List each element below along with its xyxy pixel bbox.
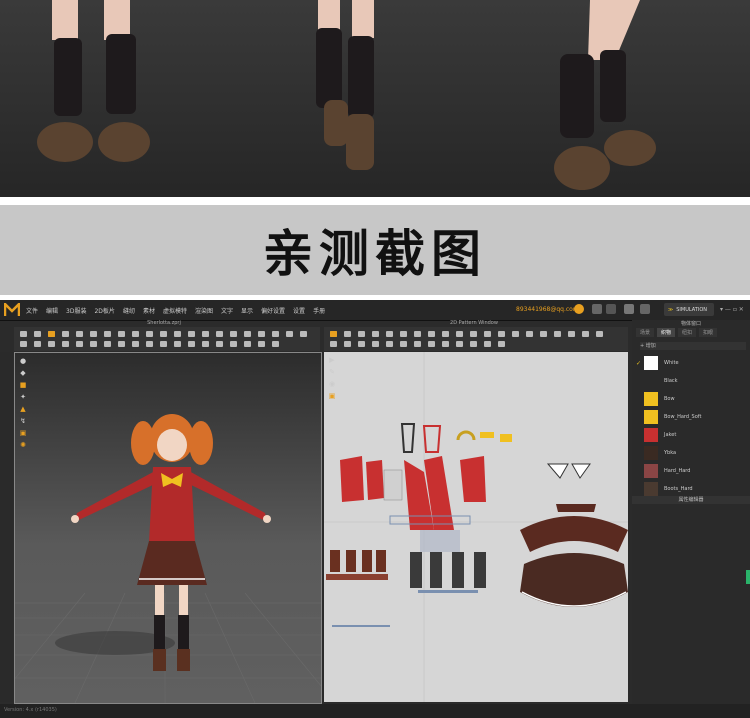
- menu-manual[interactable]: 手册: [313, 306, 325, 315]
- texture-display-icon[interactable]: ■: [19, 381, 27, 389]
- menu-edit[interactable]: 编辑: [46, 306, 58, 315]
- simulation-label: SIMULATION: [676, 306, 707, 313]
- viewport3d-tools: ● ◆ ■ ✦ ▲ ↯ ▣ ✺: [19, 357, 29, 453]
- leg-pair-front: [37, 0, 150, 162]
- menu-2d-pattern[interactable]: 2D板片: [94, 306, 114, 315]
- fabric-item-ybka[interactable]: Ybka: [636, 444, 746, 462]
- avatar-scene: [15, 414, 321, 703]
- simulation-button[interactable]: ≫ SIMULATION: [664, 303, 714, 316]
- tab-fabric[interactable]: 织物: [657, 328, 676, 337]
- pattern-select-icon[interactable]: ▶: [328, 356, 336, 364]
- checked-icon: ✓: [636, 359, 642, 367]
- menu-text[interactable]: 文字: [221, 306, 233, 315]
- object-browser-panel: 物体窗口 场景 织物 纽扣 扣眼 + 增加 ✓ White Black Bow …: [632, 320, 750, 718]
- window-icon[interactable]: [592, 304, 602, 314]
- fabric-label: White: [664, 360, 679, 366]
- pattern-fit-icon[interactable]: ▣: [328, 392, 336, 400]
- fabric-label: Boots_Hard: [664, 486, 693, 492]
- fabric-item-white[interactable]: ✓ White: [636, 354, 746, 372]
- fitting-icon[interactable]: ▲: [19, 405, 27, 413]
- toolbar-3d: [14, 327, 320, 351]
- fabric-swatch: [644, 392, 658, 406]
- object-browser-tabs: 场景 织物 纽扣 扣眼: [636, 328, 718, 337]
- toolbar-2d-icons: [330, 331, 603, 347]
- viewport3d-title: Sherlotta.zprj: [147, 320, 181, 326]
- banner: 亲测截图: [0, 205, 750, 295]
- leg-pair-back: [316, 0, 374, 170]
- window-controls[interactable]: ▾ — ▫ ✕: [720, 306, 744, 313]
- toolbar-2d: [324, 327, 628, 351]
- fabric-label: Bow_Hard_Soft: [664, 414, 702, 420]
- pattern-pieces: [324, 352, 628, 702]
- pattern-move-icon[interactable]: ✎: [328, 368, 336, 376]
- app-logo-icon: [4, 303, 20, 316]
- fabric-label: Ybka: [664, 450, 677, 456]
- banner-title: 亲测截图: [263, 225, 487, 283]
- scroll-handle[interactable]: [746, 570, 750, 584]
- user-email: 893441968@qq.com: [516, 306, 579, 313]
- menu-materials[interactable]: 素材: [143, 306, 155, 315]
- viewport2d-title: 2D Pattern Window: [450, 320, 498, 326]
- fabric-label: Hard_Hard: [664, 468, 691, 474]
- pin-icon[interactable]: ↯: [19, 417, 27, 425]
- fabric-item-hard-hard[interactable]: Hard_Hard: [636, 462, 746, 480]
- fabric-swatch: [644, 356, 658, 370]
- status-text: Version: 4.x (r14035): [4, 707, 57, 713]
- menu-bar: 文件 编辑 3D服装 2D板片 缝纫 素材 虚拟模特 渲染图 文字 显示 偏好设…: [0, 300, 750, 321]
- layout-icon[interactable]: [606, 304, 616, 314]
- user-icon[interactable]: [624, 304, 634, 314]
- light-icon[interactable]: ✺: [19, 441, 27, 449]
- character-legs-render: [0, 0, 750, 197]
- fabric-item-bow[interactable]: Bow: [636, 390, 746, 408]
- cloud-icon[interactable]: [574, 304, 584, 314]
- fabric-item-jaket[interactable]: Jaket: [636, 426, 746, 444]
- menu-avatar[interactable]: 虚拟模特: [163, 306, 187, 315]
- fabric-swatch: [644, 410, 658, 424]
- skeleton-icon[interactable]: ✦: [19, 393, 27, 401]
- viewport2d-tools: ▶ ✎ ◉ ▣: [328, 356, 338, 404]
- status-bar: Version: 4.x (r14035): [0, 704, 750, 718]
- fabric-swatch: [644, 428, 658, 442]
- fabric-swatch: [644, 374, 658, 388]
- fabric-label: Jaket: [664, 432, 677, 438]
- camera-icon[interactable]: ▣: [19, 429, 27, 437]
- pattern-view-icon[interactable]: ◉: [328, 380, 336, 388]
- fabric-label: Black: [664, 378, 678, 384]
- simulation-icon: ≫: [668, 306, 674, 313]
- tab-button[interactable]: 纽扣: [678, 328, 697, 337]
- object-browser-title: 物体窗口: [680, 321, 701, 327]
- menu-render[interactable]: 渲染图: [195, 306, 213, 315]
- fabric-swatch: [644, 446, 658, 460]
- left-tool-strip: [0, 352, 13, 702]
- tab-buttonhole[interactable]: 扣眼: [699, 328, 718, 337]
- clo3d-app-window: 文件 编辑 3D服装 2D板片 缝纫 素材 虚拟模特 渲染图 文字 显示 偏好设…: [0, 300, 750, 718]
- tab-scene[interactable]: 场景: [636, 328, 655, 337]
- property-editor-title: 属性编辑器: [632, 496, 750, 504]
- menu-preferences[interactable]: 偏好设置: [261, 306, 285, 315]
- fabric-item-bow-hard-soft[interactable]: Bow_Hard_Soft: [636, 408, 746, 426]
- toolbar-3d-icons: [20, 331, 307, 347]
- garment-display-icon[interactable]: ◆: [19, 369, 27, 377]
- menu-display[interactable]: 显示: [241, 306, 253, 315]
- menu-file[interactable]: 文件: [26, 306, 38, 315]
- fabric-swatch: [644, 464, 658, 478]
- menu-3d-garment[interactable]: 3D服装: [66, 306, 86, 315]
- viewport-2d-pattern[interactable]: ▶ ✎ ◉ ▣: [324, 352, 628, 702]
- add-fabric-button[interactable]: + 增加: [640, 342, 746, 350]
- grid-icon[interactable]: [640, 304, 650, 314]
- menu-sewing[interactable]: 缝纫: [123, 306, 135, 315]
- legs-illustration: [37, 0, 656, 190]
- fabric-swatch: [644, 482, 658, 496]
- fabric-label: Bow: [664, 396, 675, 402]
- avatar-display-icon[interactable]: ●: [19, 357, 27, 365]
- menu-settings[interactable]: 设置: [293, 306, 305, 315]
- leg-pair-side: [554, 0, 656, 190]
- viewport-3d[interactable]: ● ◆ ■ ✦ ▲ ↯ ▣ ✺: [14, 352, 322, 704]
- fabric-item-black[interactable]: Black: [636, 372, 746, 390]
